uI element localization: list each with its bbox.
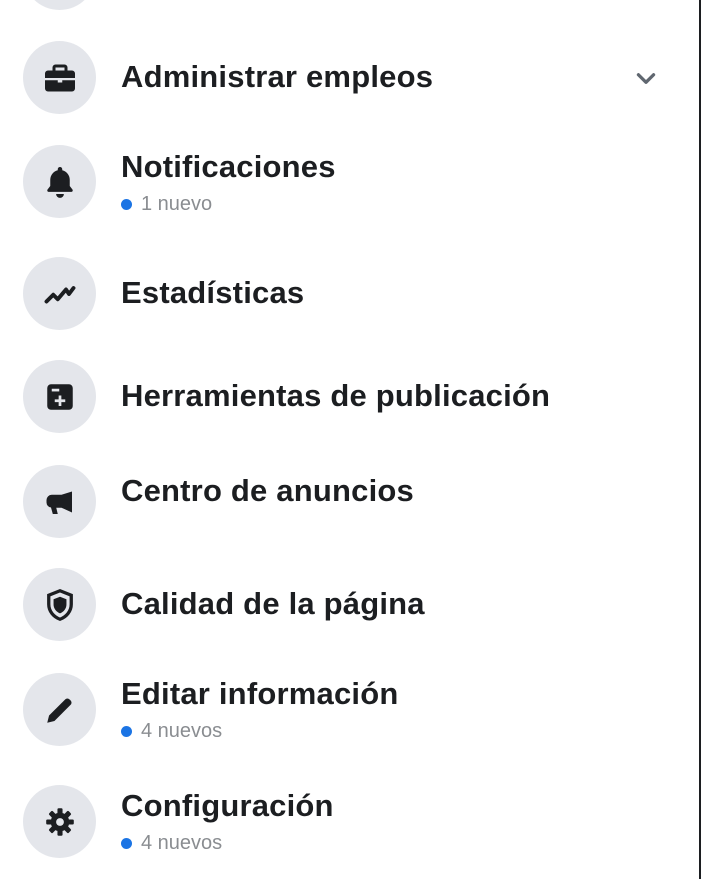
menu-item-configuracion[interactable]: Configuración 4 nuevos xyxy=(0,785,699,858)
menu-item-herramientas-publicacion[interactable]: Herramientas de publicación xyxy=(0,360,699,433)
menu-panel: Administrar empleos Notificaciones 1 nue… xyxy=(0,0,701,879)
badge-text: 4 nuevos xyxy=(141,720,223,742)
badge-text: 4 nuevos xyxy=(141,832,223,854)
badge-text: 1 nuevo xyxy=(141,193,213,215)
unread-dot xyxy=(121,726,132,737)
unread-dot xyxy=(121,838,132,849)
new-count-badge: 1 nuevo xyxy=(121,193,336,216)
new-count-badge: 4 nuevos xyxy=(121,832,334,855)
menu-item-label: Editar información xyxy=(121,676,399,711)
trend-line-icon xyxy=(23,257,96,330)
chevron-down-icon[interactable] xyxy=(633,65,659,91)
menu-item-label: Estadísticas xyxy=(121,275,305,310)
new-count-badge: 4 nuevos xyxy=(121,720,398,743)
menu-item-label: Herramientas de publicación xyxy=(121,378,551,413)
menu-item-centro-anuncios[interactable]: Centro de anuncios xyxy=(0,465,699,538)
menu-item-administrar-empleos[interactable]: Administrar empleos xyxy=(0,41,699,114)
gear-icon xyxy=(23,785,96,858)
bell-icon xyxy=(23,145,96,218)
briefcase-icon xyxy=(23,41,96,114)
menu-item-notificaciones[interactable]: Notificaciones 1 nuevo xyxy=(0,145,699,218)
unread-dot xyxy=(121,199,132,210)
menu-item-label: Configuración xyxy=(121,788,334,823)
menu-item-label: Calidad de la página xyxy=(121,586,425,621)
shield-icon xyxy=(23,568,96,641)
publishing-tools-icon xyxy=(23,360,96,433)
partial-item-icon xyxy=(23,0,96,10)
menu-item-estadisticas[interactable]: Estadísticas xyxy=(0,257,699,330)
menu-item-editar-informacion[interactable]: Editar información 4 nuevos xyxy=(0,673,699,746)
menu-item-label: Notificaciones xyxy=(121,149,336,184)
pencil-icon xyxy=(23,673,96,746)
megaphone-icon xyxy=(23,465,96,538)
menu-item-calidad-pagina[interactable]: Calidad de la página xyxy=(0,568,699,641)
menu-item-label: Administrar empleos xyxy=(121,59,434,94)
menu-item-label: Centro de anuncios xyxy=(121,473,414,508)
